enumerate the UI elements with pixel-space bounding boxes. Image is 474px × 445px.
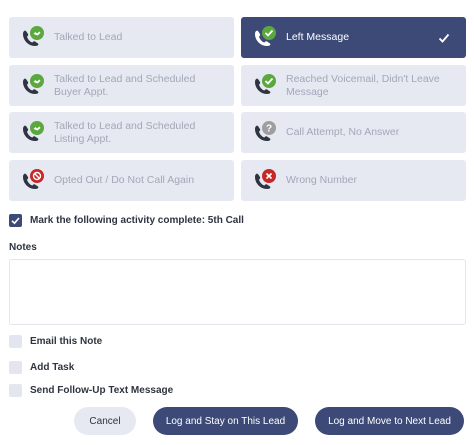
outcome-label: Left Message [286,31,350,43]
log-and-stay-button[interactable]: Log and Stay on This Lead [153,407,298,435]
phone-check-green-icon [252,73,278,99]
outcome-label: Reached Voicemail, Didn't Leave Message [286,72,440,98]
outcome-reached-voicemail[interactable]: Reached Voicemail, Didn't Leave Message [241,65,466,106]
outcome-scheduled-listing-appt[interactable]: Talked to Lead and Scheduled Listing App… [9,112,234,153]
add-task-label: Add Task [30,362,75,373]
outcome-opted-out[interactable]: Opted Out / Do Not Call Again [9,160,234,201]
outcome-scheduled-buyer-appt[interactable]: Talked to Lead and Scheduled Buyer Appt. [9,65,234,106]
phone-check-green-icon [252,25,278,51]
outcome-label: Talked to Lead [54,31,123,43]
svg-text:?: ? [266,123,272,134]
mark-complete-label: Mark the following activity complete: 5t… [30,215,244,226]
phone-talk-green-icon [20,120,46,146]
notes-label: Notes [9,242,37,253]
outcome-wrong-number[interactable]: Wrong Number [241,160,466,201]
log-and-next-button[interactable]: Log and Move to Next Lead [315,407,464,435]
email-note-checkbox[interactable] [9,335,22,348]
checkmark-icon [11,217,20,225]
outcome-label: Opted Out / Do Not Call Again [54,174,195,186]
phone-block-red-icon [20,168,46,194]
notes-textarea[interactable] [9,259,466,325]
phone-talk-green-icon [20,73,46,99]
outcome-label: Talked to Lead and Scheduled Buyer Appt. [54,72,196,98]
email-note-label: Email this Note [30,336,103,347]
outcome-label: Wrong Number [286,174,357,186]
outcome-label: Call Attempt, No Answer [286,126,400,138]
add-task-checkbox[interactable] [9,361,22,374]
cancel-button[interactable]: Cancel [74,407,136,435]
outcome-talked-to-lead[interactable]: Talked to Lead [9,17,234,58]
follow-up-text-label: Send Follow-Up Text Message [30,385,174,396]
selected-check-icon [438,31,450,43]
phone-question-gray-icon: ? [252,120,278,146]
mark-complete-checkbox[interactable] [9,214,22,227]
phone-x-red-icon [252,168,278,194]
phone-talk-green-icon [20,25,46,51]
outcome-call-attempt-no-answer[interactable]: ? Call Attempt, No Answer [241,112,466,153]
follow-up-text-checkbox[interactable] [9,384,22,397]
outcome-left-message[interactable]: Left Message [241,17,466,58]
outcome-label: Talked to Lead and Scheduled Listing App… [54,119,196,145]
